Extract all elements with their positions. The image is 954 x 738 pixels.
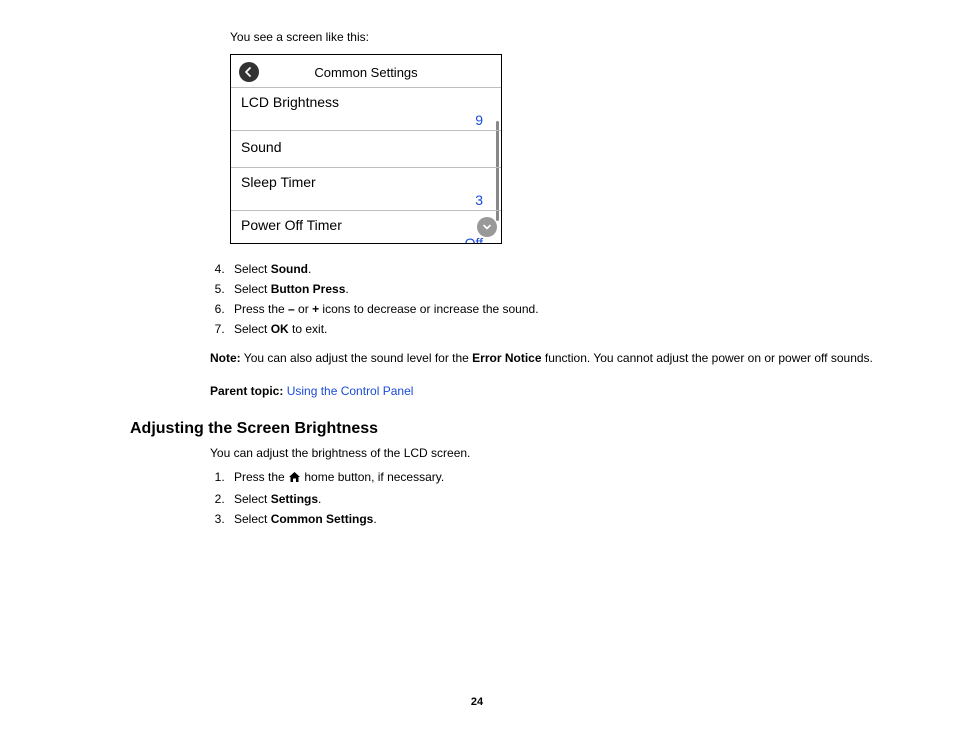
menu-item-sleep-timer: Sleep Timer 3 [231,167,501,210]
steps-list-1: Select Sound. Select Button Press. Press t… [210,262,904,336]
menu-item-label: Power Off Timer [241,217,491,233]
menu-item-power-off-timer: Power Off Timer Off [231,210,501,243]
step-item: Select Sound. [228,262,904,276]
note-text-pre: You can also adjust the sound level for … [241,351,473,365]
note-block: Note: You can also adjust the sound leve… [210,350,904,366]
step-item: Press the home button, if necessary. [228,470,904,486]
intro-text-2: You can adjust the brightness of the LCD… [210,446,904,460]
parent-topic: Parent topic: Using the Control Panel [210,384,904,398]
page-number: 24 [0,696,954,708]
note-bold: Error Notice [472,351,541,365]
steps-list-2: Press the home button, if necessary. Sele… [210,470,904,526]
step-item: Select Button Press. [228,282,904,296]
step-item: Select Common Settings. [228,512,904,526]
step-item: Press the – or + icons to decrease or in… [228,302,904,316]
menu-item-value: 9 [241,112,491,128]
parent-topic-link[interactable]: Using the Control Panel [287,384,414,398]
parent-topic-label: Parent topic: [210,384,283,398]
intro-text: You see a screen like this: [230,30,904,44]
step-item: Select OK to exit. [228,322,904,336]
menu-item-label: Sleep Timer [241,174,491,190]
menu-item-lcd-brightness: LCD Brightness 9 [231,87,501,130]
note-label: Note: [210,351,241,365]
menu-item-value: 3 [241,192,491,208]
section-heading: Adjusting the Screen Brightness [130,420,904,438]
back-icon [239,62,259,82]
scroll-down-icon [477,217,497,237]
menu-item-sound: Sound [231,130,501,167]
menu-item-label: LCD Brightness [241,94,491,110]
device-screenshot: Common Settings LCD Brightness 9 Sound S… [230,54,502,244]
note-text-post: function. You cannot adjust the power on… [542,351,873,365]
step-item: Select Settings. [228,492,904,506]
home-icon [288,471,301,486]
menu-item-label: Sound [241,139,491,155]
screenshot-title: Common Settings [231,65,501,80]
